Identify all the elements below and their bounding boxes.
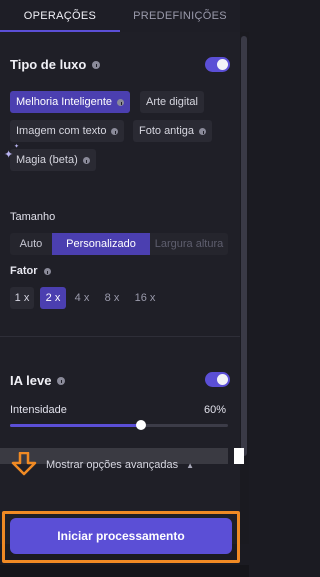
- factor-title: Fator: [10, 265, 38, 277]
- light-ai-toggle[interactable]: [205, 372, 230, 387]
- option-smart-enhance[interactable]: Melhoria Inteligente: [10, 91, 131, 113]
- intensity-slider-thumb[interactable]: [135, 420, 146, 430]
- size-title: Tamanho: [10, 211, 56, 223]
- size-mode-selector: Auto Personalizado Largura altura: [10, 233, 228, 255]
- sparkle-icon: ✦: [14, 144, 20, 150]
- tab-presets[interactable]: PREDEFINIÇÕES: [120, 0, 240, 32]
- luxury-type-header: Tipo de luxo: [10, 57, 101, 72]
- size-mode-auto[interactable]: Auto: [10, 233, 52, 255]
- luxury-type-toggle[interactable]: [205, 57, 230, 72]
- advanced-options-toggle[interactable]: Mostrar opções avançadas ▲: [46, 459, 194, 471]
- info-icon[interactable]: [92, 60, 101, 69]
- option-magic-beta[interactable]: Magia (beta): [10, 149, 96, 171]
- option-digital-art[interactable]: Arte digital: [140, 91, 204, 113]
- intensity-slider[interactable]: [10, 420, 228, 430]
- factor-4x[interactable]: 4 x: [70, 287, 94, 309]
- info-icon[interactable]: [82, 156, 90, 164]
- info-icon[interactable]: [43, 267, 51, 275]
- toggle-knob: [217, 59, 228, 70]
- option-label: Magia (beta): [16, 154, 78, 166]
- arrow-down-icon: [11, 452, 37, 476]
- factor-2x[interactable]: 2 x: [40, 287, 66, 309]
- light-ai-title: IA leve: [10, 373, 52, 388]
- intensity-slider-fill: [10, 424, 141, 427]
- tab-operations[interactable]: OPERAÇÕES: [0, 0, 120, 32]
- start-processing-button[interactable]: Iniciar processamento: [10, 518, 232, 554]
- option-label: Foto antiga: [139, 125, 195, 137]
- factor-header: Fator: [10, 265, 51, 277]
- chevron-up-icon: ▲: [186, 460, 194, 470]
- size-mode-width-height[interactable]: Largura altura: [150, 233, 228, 255]
- tab-bar: OPERAÇÕES PREDEFINIÇÕES: [0, 0, 240, 32]
- factor-1x[interactable]: 1 x: [10, 287, 34, 309]
- light-ai-header: IA leve: [10, 373, 66, 388]
- option-old-photo[interactable]: Foto antiga: [133, 120, 213, 142]
- factor-16x[interactable]: 16 x: [130, 287, 160, 309]
- bottom-edge: [0, 565, 249, 577]
- info-icon[interactable]: [117, 98, 125, 106]
- advanced-options-label: Mostrar opções avançadas: [46, 459, 179, 471]
- factor-8x[interactable]: 8 x: [100, 287, 124, 309]
- option-label: Melhoria Inteligente: [16, 96, 113, 108]
- option-label: Imagem com texto: [16, 125, 107, 137]
- section-divider: [0, 336, 240, 337]
- luxury-type-title: Tipo de luxo: [10, 57, 87, 72]
- scroll-handle: [234, 448, 244, 464]
- size-mode-custom[interactable]: Personalizado: [52, 233, 150, 255]
- toggle-knob: [217, 374, 228, 385]
- option-image-with-text[interactable]: Imagem com texto: [10, 120, 125, 142]
- info-icon[interactable]: [199, 127, 207, 135]
- option-label: Arte digital: [146, 96, 198, 108]
- intensity-label: Intensidade: [10, 404, 67, 416]
- info-icon[interactable]: [111, 127, 119, 135]
- intensity-value: 60%: [204, 404, 227, 416]
- sparkle-icon: ✦: [4, 149, 14, 161]
- scrollbar-thumb[interactable]: [241, 36, 247, 456]
- info-icon[interactable]: [57, 376, 66, 385]
